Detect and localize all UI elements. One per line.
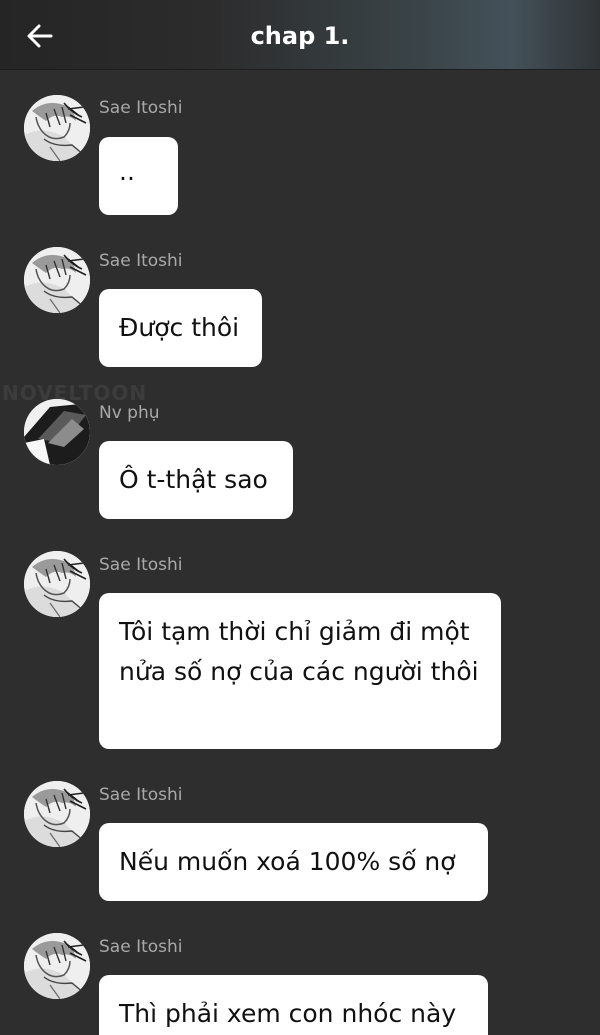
message-bubble: Nếu muốn xoá 100% số nợ (99, 823, 488, 901)
sender-name: Sae Itoshi (99, 251, 183, 271)
sender-avatar[interactable] (24, 933, 90, 999)
watermark: NOVELTOON (2, 381, 148, 405)
sender-avatar[interactable] (24, 781, 90, 847)
arrow-left-icon (27, 24, 53, 48)
message-bubble: .. (99, 137, 178, 215)
sender-name: Sae Itoshi (99, 98, 183, 118)
sender-avatar[interactable] (24, 399, 90, 465)
page-title: chap 1. (250, 22, 350, 50)
message-bubble: Ô t-thật sao (99, 441, 293, 519)
message-bubble: Được thôi (99, 289, 262, 367)
sender-avatar[interactable] (24, 551, 90, 617)
sender-name: Nv phụ (99, 403, 160, 423)
sender-avatar[interactable] (24, 247, 90, 313)
message-bubble: Tôi tạm thời chỉ giảm đi một nửa số nợ c… (99, 593, 501, 749)
sender-avatar[interactable] (24, 95, 90, 161)
sender-name: Sae Itoshi (99, 555, 183, 575)
top-bar: chap 1. (0, 0, 600, 70)
message-bubble: Thì phải xem con nhóc này (99, 975, 488, 1035)
back-button[interactable] (18, 14, 62, 58)
sender-name: Sae Itoshi (99, 937, 183, 957)
sender-name: Sae Itoshi (99, 785, 183, 805)
